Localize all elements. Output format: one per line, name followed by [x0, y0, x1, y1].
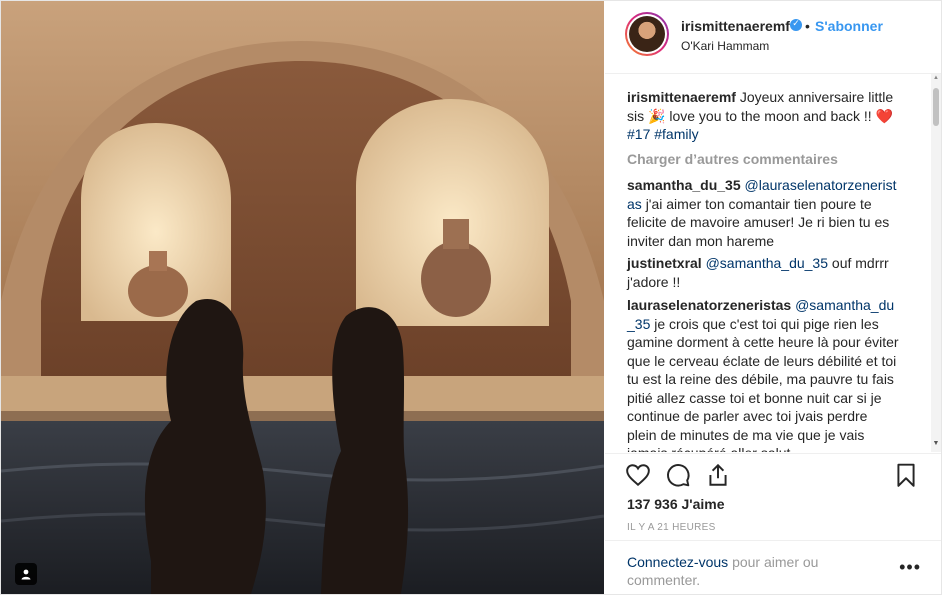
post-actions: 137 936 J'aime IL Y A 21 HEURES Connecte…: [605, 453, 941, 595]
caption-text-2: love you to the moon and back !!: [669, 107, 872, 124]
heart-icon[interactable]: [625, 462, 651, 488]
comment-username[interactable]: justinetxral: [627, 255, 702, 271]
party-popper-emoji: 🎉: [648, 107, 666, 124]
more-options-icon[interactable]: •••: [899, 557, 921, 578]
user-tag-icon[interactable]: [15, 563, 37, 585]
heart-emoji: ❤️: [875, 107, 894, 124]
hashtag-link[interactable]: #family: [654, 126, 698, 142]
hammam-photo: [1, 1, 604, 594]
login-prompt: Connectez-vous pour aimer ou commenter. …: [605, 540, 941, 596]
hashtag-link[interactable]: #17: [627, 126, 650, 142]
post-image[interactable]: [1, 1, 604, 594]
comments-list[interactable]: irismittenaeremf Joyeux anniversaire lit…: [605, 74, 941, 452]
avatar[interactable]: [625, 12, 669, 56]
comment-icon[interactable]: [665, 462, 691, 488]
comments-scrollbar[interactable]: ▲ ▼: [931, 74, 941, 452]
verified-badge-icon: ✓: [790, 18, 802, 31]
scroll-up-arrow-icon[interactable]: ▲: [932, 74, 940, 82]
follow-button[interactable]: S'abonner: [815, 18, 883, 34]
post-side-panel: irismittenaeremf ✓ • S'abonner O'Kari Ha…: [605, 1, 941, 594]
login-prompt-text: Connectez-vous pour aimer ou commenter.: [627, 553, 877, 589]
comment-username[interactable]: lauraselenatorzeneristas: [627, 297, 791, 313]
scrollbar-thumb[interactable]: [933, 88, 939, 126]
comment-item: samantha_du_35 @lauraselenatorzeneristas…: [627, 176, 899, 250]
caption-username[interactable]: irismittenaeremf: [627, 89, 736, 105]
mention-link[interactable]: @samantha_du_35: [706, 255, 828, 271]
share-icon[interactable]: [705, 462, 731, 488]
likes-count[interactable]: 137 936 J'aime: [627, 496, 725, 512]
username-link[interactable]: irismittenaeremf: [681, 18, 790, 34]
comment-item: justinetxral @samantha_du_35 ouf mdrrr j…: [627, 254, 899, 291]
location-link[interactable]: O'Kari Hammam: [681, 39, 769, 53]
scroll-down-arrow-icon[interactable]: ▼: [932, 440, 940, 448]
caption: irismittenaeremf Joyeux anniversaire lit…: [627, 88, 899, 144]
post-header: irismittenaeremf ✓ • S'abonner O'Kari Ha…: [605, 1, 941, 74]
post-modal: irismittenaeremf ✓ • S'abonner O'Kari Ha…: [0, 0, 942, 595]
load-more-comments-button[interactable]: Charger d’autres commentaires: [627, 151, 838, 167]
separator: •: [805, 18, 810, 34]
login-link[interactable]: Connectez-vous: [627, 554, 728, 570]
post-timestamp[interactable]: IL Y A 21 HEURES: [627, 522, 716, 533]
comment-text: j'ai aimer ton comantair tien poure te f…: [627, 195, 890, 249]
bookmark-icon[interactable]: [893, 462, 919, 488]
comment-username[interactable]: samantha_du_35: [627, 177, 741, 193]
comment-text: je crois que c'est toi qui pige rien les…: [627, 315, 899, 453]
comment-item: lauraselenatorzeneristas @samantha_du_35…: [627, 296, 899, 452]
